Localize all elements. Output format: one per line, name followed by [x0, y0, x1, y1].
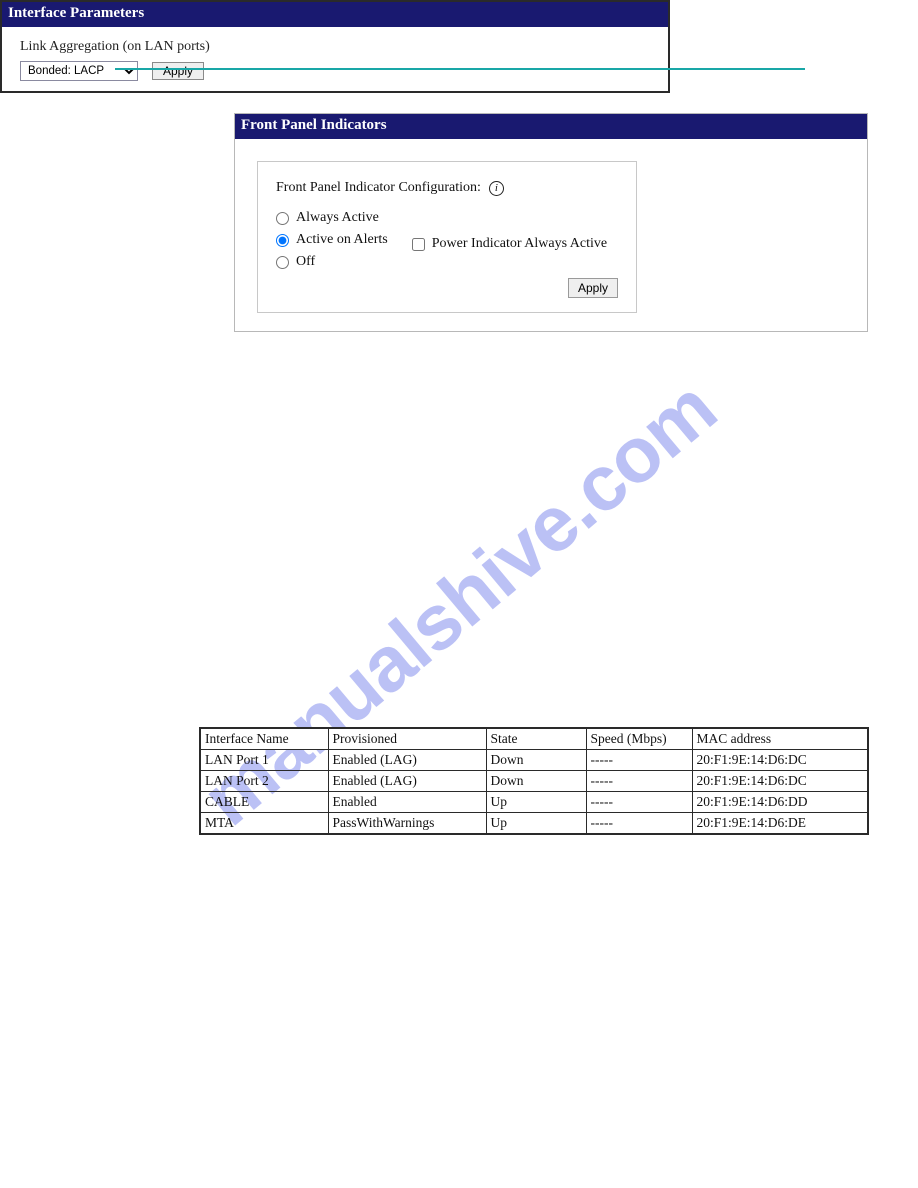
- radio-off[interactable]: Off: [276, 254, 388, 270]
- interface-table: Interface Name Provisioned State Speed (…: [199, 727, 869, 835]
- table-row: LAN Port 2 Enabled (LAG) Down ----- 20:F…: [200, 771, 868, 792]
- cell-interface-name: LAN Port 1: [200, 750, 328, 771]
- panel-front-indicators-body: Front Panel Indicator Configuration: i A…: [235, 139, 867, 331]
- panel-interface-parameters: Interface Parameters Link Aggregation (o…: [0, 0, 670, 93]
- cell-speed: -----: [586, 813, 692, 835]
- panel-interface-parameters-body: Link Aggregation (on LAN ports) Bonded: …: [2, 27, 668, 91]
- cell-provisioned: Enabled (LAG): [328, 750, 486, 771]
- cell-mac: 20:F1:9E:14:D6:DC: [692, 771, 868, 792]
- apply-row: Apply: [276, 278, 618, 298]
- cell-interface-name: CABLE: [200, 792, 328, 813]
- config-label-row: Front Panel Indicator Configuration: i: [276, 180, 618, 196]
- col-interface-name: Interface Name: [200, 728, 328, 750]
- table-row: LAN Port 1 Enabled (LAG) Down ----- 20:F…: [200, 750, 868, 771]
- cell-speed: -----: [586, 792, 692, 813]
- check-power-indicator[interactable]: Power Indicator Always Active: [412, 236, 607, 252]
- cell-speed: -----: [586, 771, 692, 792]
- cell-speed: -----: [586, 750, 692, 771]
- link-aggregation-select[interactable]: Bonded: LACP: [20, 61, 138, 81]
- link-aggregation-label: Link Aggregation (on LAN ports): [20, 39, 668, 55]
- options-row: Always Active Active on Alerts Off Power: [276, 210, 618, 270]
- radio-off-input[interactable]: [276, 256, 289, 269]
- table-row: CABLE Enabled Up ----- 20:F1:9E:14:D6:DD: [200, 792, 868, 813]
- cell-provisioned: PassWithWarnings: [328, 813, 486, 835]
- radio-always-active-label: Always Active: [296, 210, 379, 226]
- front-panel-config-box: Front Panel Indicator Configuration: i A…: [257, 161, 637, 313]
- cell-state: Down: [486, 750, 586, 771]
- cell-interface-name: MTA: [200, 813, 328, 835]
- apply-button-link-aggregation[interactable]: Apply: [152, 62, 204, 80]
- radio-always-active[interactable]: Always Active: [276, 210, 388, 226]
- indicator-mode-radio-group: Always Active Active on Alerts Off: [276, 210, 388, 270]
- cell-provisioned: Enabled: [328, 792, 486, 813]
- col-mac: MAC address: [692, 728, 868, 750]
- info-icon[interactable]: i: [489, 181, 504, 196]
- check-power-indicator-label: Power Indicator Always Active: [432, 236, 607, 252]
- cell-mac: 20:F1:9E:14:D6:DC: [692, 750, 868, 771]
- power-indicator-col: Power Indicator Always Active: [412, 210, 607, 252]
- link-aggregation-row: Bonded: LACP Apply: [20, 61, 668, 81]
- cell-state: Up: [486, 813, 586, 835]
- apply-button-front-panel[interactable]: Apply: [568, 278, 618, 298]
- cell-state: Up: [486, 792, 586, 813]
- config-label: Front Panel Indicator Configuration:: [276, 180, 481, 196]
- col-speed: Speed (Mbps): [586, 728, 692, 750]
- panel-front-indicators: Front Panel Indicators Front Panel Indic…: [234, 113, 868, 332]
- col-provisioned: Provisioned: [328, 728, 486, 750]
- table-header-row: Interface Name Provisioned State Speed (…: [200, 728, 868, 750]
- panel-interface-parameters-title: Interface Parameters: [2, 2, 668, 27]
- table-row: MTA PassWithWarnings Up ----- 20:F1:9E:1…: [200, 813, 868, 835]
- top-rule: [115, 68, 805, 70]
- radio-active-on-alerts-label: Active on Alerts: [296, 232, 388, 248]
- radio-active-on-alerts[interactable]: Active on Alerts: [276, 232, 388, 248]
- col-state: State: [486, 728, 586, 750]
- check-power-indicator-input[interactable]: [412, 238, 425, 251]
- radio-always-active-input[interactable]: [276, 212, 289, 225]
- cell-interface-name: LAN Port 2: [200, 771, 328, 792]
- cell-mac: 20:F1:9E:14:D6:DD: [692, 792, 868, 813]
- panel-front-indicators-title: Front Panel Indicators: [235, 114, 867, 139]
- cell-mac: 20:F1:9E:14:D6:DE: [692, 813, 868, 835]
- radio-active-on-alerts-input[interactable]: [276, 234, 289, 247]
- cell-state: Down: [486, 771, 586, 792]
- radio-off-label: Off: [296, 254, 315, 270]
- cell-provisioned: Enabled (LAG): [328, 771, 486, 792]
